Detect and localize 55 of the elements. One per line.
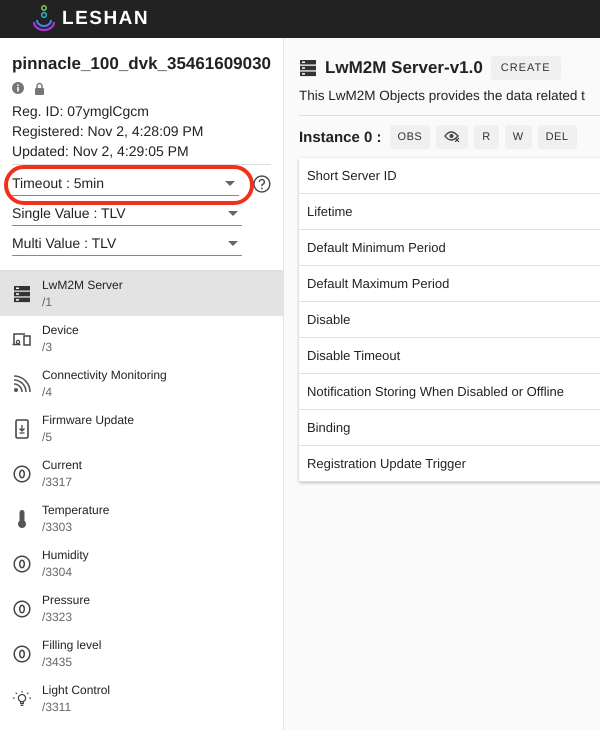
lock-icon [34, 82, 45, 95]
object-title: LwM2M Server-v1.0 [325, 58, 483, 78]
instance-action-button[interactable]: DEL [538, 125, 577, 149]
devices-icon [12, 330, 32, 346]
resource-name: Default Minimum Period [299, 230, 600, 266]
cancel-observe-button[interactable] [436, 125, 468, 149]
server-icon [13, 284, 31, 302]
thermometer-icon [17, 508, 27, 528]
object-server-icon [299, 59, 317, 77]
create-button[interactable]: CREATE [490, 56, 561, 80]
format-select[interactable]: Multi Value : TLV [12, 232, 242, 256]
brand-name[interactable]: LESHAN [62, 8, 150, 30]
zero-circle-icon [13, 600, 31, 618]
registered-time: Registered: Nov 2, 4:28:09 PM [12, 122, 204, 141]
endpoint-name: pinnacle_100_dvk_35461609030 [12, 54, 271, 74]
resource-name: Short Server ID [299, 158, 600, 194]
zero-circle-icon [13, 554, 31, 572]
object-item[interactable]: Pressure /3323 [0, 586, 283, 631]
dropdown-caret-icon [228, 210, 238, 216]
resource-name: Default Maximum Period [299, 266, 600, 302]
object-description: This LwM2M Objects provides the data related t [299, 88, 586, 103]
instance-action-button[interactable]: W [504, 125, 532, 149]
instance-action-button[interactable]: R [474, 125, 499, 149]
zero-circle-icon [13, 464, 31, 482]
logo-icon [32, 5, 56, 33]
resource-name: Lifetime [299, 194, 600, 230]
resource-name: Disable [299, 302, 600, 338]
dropdown-caret-icon [225, 180, 236, 186]
format-select[interactable]: Timeout : 5min [12, 172, 240, 196]
info-icon[interactable] [12, 82, 24, 94]
object-item[interactable]: Connectivity Monitoring /4 [0, 361, 283, 406]
object-item[interactable]: Filling level /3435 [0, 631, 283, 676]
zero-circle-icon [13, 644, 31, 662]
object-item[interactable]: Temperature /3303 [0, 496, 283, 541]
signal-icon [13, 374, 31, 392]
resource-name: Disable Timeout [299, 338, 600, 374]
dropdown-caret-icon [228, 240, 238, 246]
instance-action-button[interactable]: OBS [390, 125, 430, 149]
format-select[interactable]: Single Value : TLV [12, 202, 242, 226]
object-item[interactable]: Firmware Update /5 [0, 406, 283, 451]
object-item[interactable]: Light Control /3311 [0, 676, 283, 721]
eye-cross-icon [444, 130, 460, 142]
object-item[interactable]: Device /3 [0, 316, 283, 361]
resource-name: Registration Update Trigger [299, 446, 600, 482]
registration-id: Reg. ID: 07ymglCgcm [12, 102, 150, 121]
lightbulb-icon [12, 688, 32, 708]
resource-name: Notification Storing When Disabled or Offline [299, 374, 600, 410]
instance-label: Instance 0 : [299, 128, 382, 146]
help-icon[interactable] [253, 175, 271, 193]
object-item[interactable]: Current /3317 [0, 451, 283, 496]
object-item[interactable]: LwM2M Server /1 [0, 271, 283, 316]
updated-time: Updated: Nov 2, 4:29:05 PM [12, 142, 190, 161]
resource-name: Binding [299, 410, 600, 446]
phone-download-icon [15, 418, 29, 438]
object-item[interactable]: Humidity /3304 [0, 541, 283, 586]
